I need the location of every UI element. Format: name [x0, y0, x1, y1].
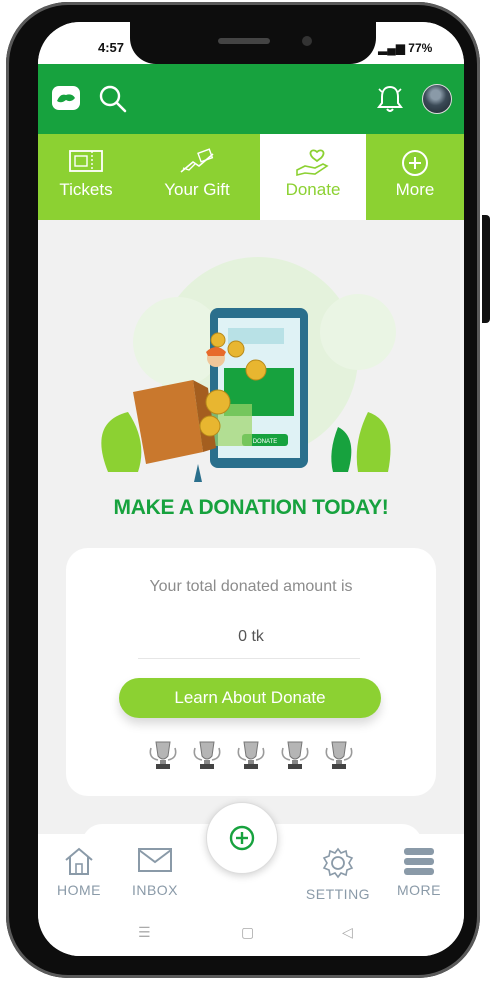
search-icon[interactable] [98, 84, 128, 114]
recent-apps-icon[interactable]: ☰ [138, 924, 151, 941]
donation-summary-card: Your total donated amount is 0 tk Learn … [66, 548, 436, 796]
top-app-bar [38, 64, 464, 134]
gear-icon [322, 847, 354, 879]
donated-amount-label: Your total donated amount is [149, 578, 353, 595]
trophy-icon [237, 741, 265, 769]
plus-circle-icon [402, 150, 428, 176]
illustration-donate-text: DONATE [253, 439, 278, 445]
tab-label: Your Gift [164, 180, 230, 199]
trophy-icon [149, 741, 177, 769]
gift-icon [180, 148, 214, 173]
status-time: 4:57 [98, 40, 125, 55]
donation-illustration: DONATE [101, 257, 396, 482]
battery-percent: 77% [408, 41, 433, 55]
phone-screen: 4:57 ▂▄▆ 77% Tickets Your Gift Donate Mo… [38, 22, 464, 956]
phone-frame: 4:57 ▂▄▆ 77% Tickets Your Gift Donate Mo… [6, 2, 480, 978]
trophy-row [146, 738, 362, 774]
tab-tickets[interactable]: Tickets [38, 134, 134, 220]
tab-more[interactable]: More [366, 134, 464, 220]
front-camera [302, 36, 312, 46]
trophy-icon [193, 741, 221, 769]
stack-icon [404, 848, 434, 875]
nav-setting[interactable]: SETTING [300, 834, 376, 914]
tab-label: Tickets [59, 180, 113, 199]
tab-label: More [395, 180, 435, 199]
learn-about-donate-button[interactable]: Learn About Donate [119, 678, 381, 718]
system-navigation-bar: ☰ ▢ ◁ [38, 914, 464, 956]
app-logo-icon[interactable] [52, 86, 80, 110]
trophy-icon [281, 741, 309, 769]
bell-icon[interactable] [376, 84, 404, 114]
plus-circle-icon [229, 825, 255, 851]
category-tabs: Tickets Your Gift Donate More [38, 134, 464, 220]
status-battery: ▂▄▆ 77% [378, 41, 432, 55]
donate-heart-hand-icon [296, 149, 329, 177]
user-avatar[interactable] [422, 84, 452, 114]
nav-more[interactable]: MORE [384, 834, 454, 914]
amount-divider [138, 658, 360, 659]
nav-inbox[interactable]: INBOX [120, 834, 190, 914]
tab-donate[interactable]: Donate [260, 134, 366, 220]
donated-amount-value: 0 tk [238, 628, 264, 645]
mail-icon [138, 848, 172, 872]
nav-home[interactable]: HOME [44, 834, 114, 914]
home-icon [65, 847, 93, 875]
tab-label: Donate [285, 180, 341, 199]
nav-label: SETTING [305, 886, 371, 902]
back-icon[interactable]: ◁ [342, 924, 353, 941]
ticket-icon [69, 150, 103, 172]
camera-notch [130, 22, 376, 64]
trophy-icon [325, 741, 353, 769]
nav-label: INBOX [131, 882, 179, 898]
nav-label: MORE [397, 882, 441, 898]
tab-your-gift[interactable]: Your Gift [134, 134, 260, 220]
page-headline: MAKE A DONATION TODAY! [113, 496, 389, 519]
nav-label: HOME [57, 882, 101, 898]
power-button [482, 215, 490, 323]
add-fab-button[interactable] [206, 802, 278, 874]
home-system-icon[interactable]: ▢ [241, 924, 254, 941]
speaker-grille [218, 38, 270, 44]
signal-icon: ▂▄▆ [378, 41, 409, 55]
